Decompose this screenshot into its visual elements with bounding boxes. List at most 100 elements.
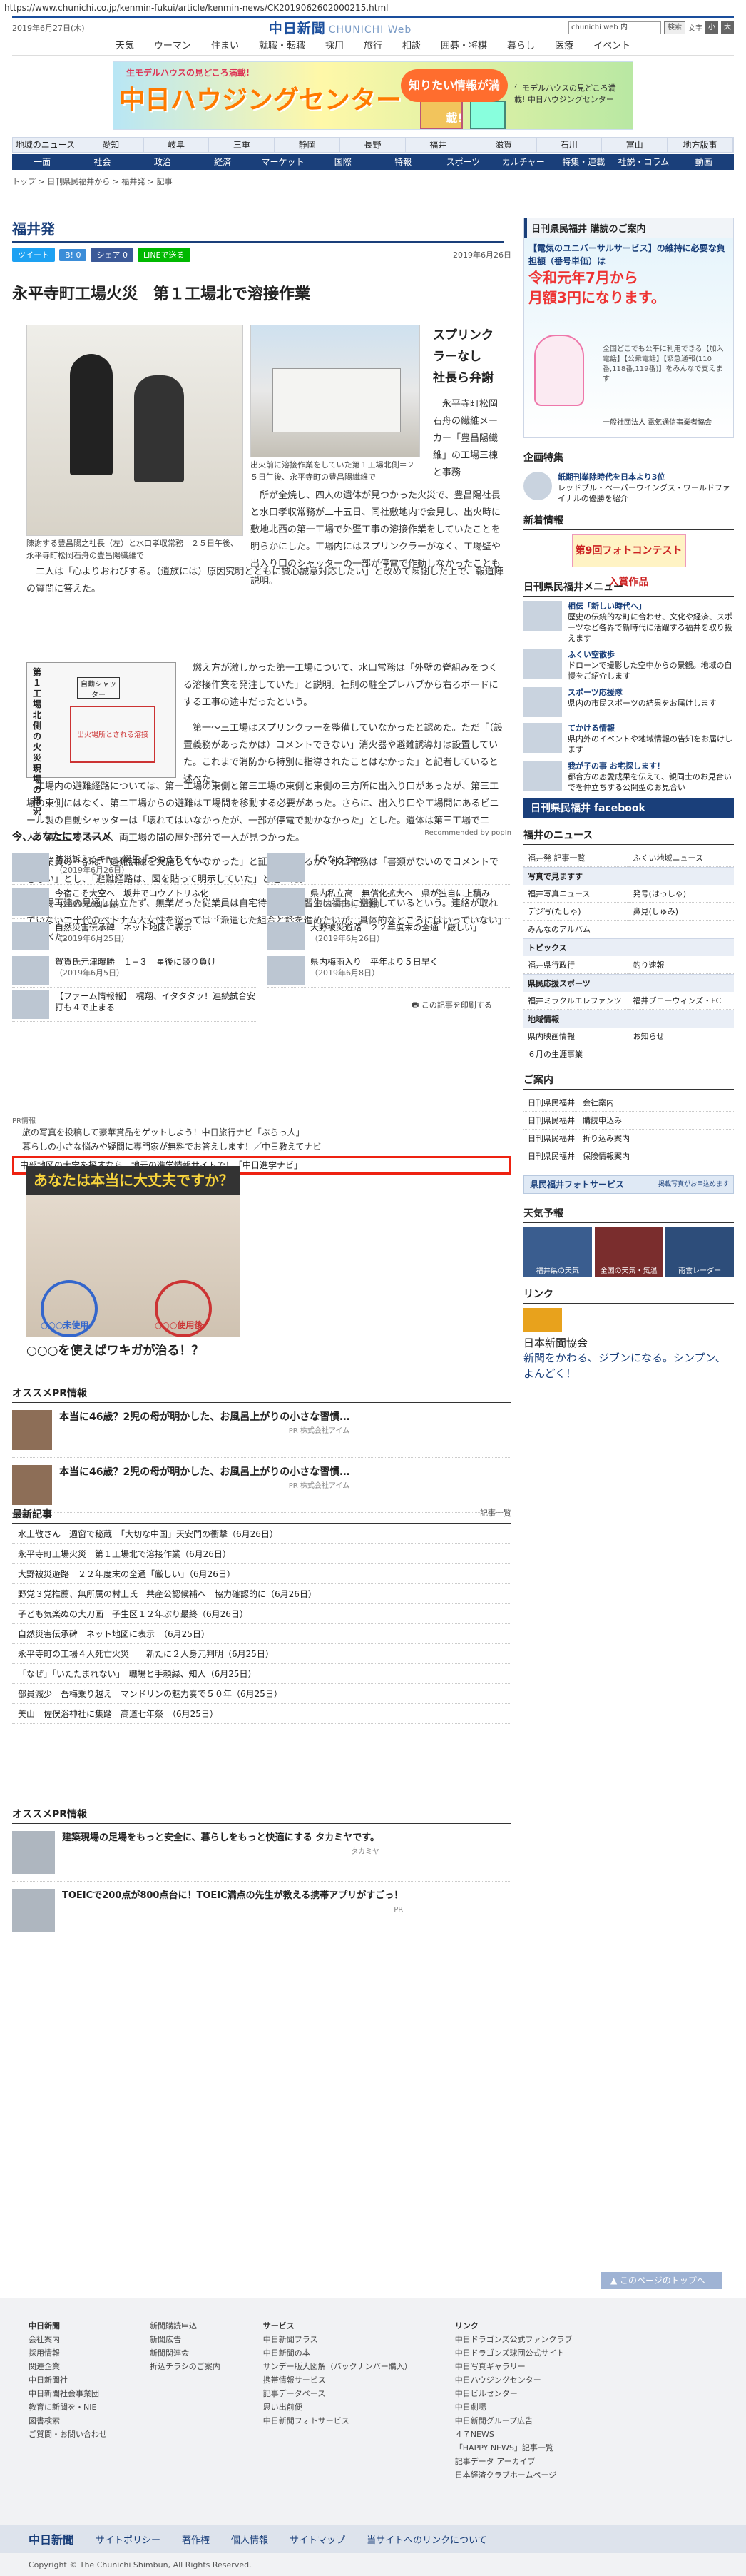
subscribe-title[interactable]: 日刊県民福井 購読のご案内 bbox=[524, 218, 733, 238]
ad-thumbnail[interactable] bbox=[12, 1465, 52, 1505]
footer-link[interactable]: 記事データベース bbox=[263, 2387, 412, 2400]
global-nav-item[interactable]: 天気 bbox=[116, 37, 134, 55]
category-nav-item[interactable]: スポーツ bbox=[433, 154, 493, 170]
footer-link[interactable]: 図書検索 bbox=[29, 2414, 107, 2428]
list-link[interactable]: 鼻見(しゅみ) bbox=[628, 903, 734, 921]
list-link[interactable]: ６月の生涯事業 bbox=[523, 1045, 734, 1063]
recent-article-link[interactable]: 美山 佐俣浴神社に集踏 高道七年祭 （6月25日） bbox=[12, 1704, 511, 1724]
recent-article-link[interactable]: 永平寺町の工場４人死亡火災 新たに２人身元判明（6月25日） bbox=[12, 1644, 511, 1664]
recent-article-link[interactable]: 部員減少 吾梅乗り越え マンドリンの魅力奏で５０年（6月25日） bbox=[12, 1684, 511, 1704]
recommend-title[interactable]: 【ファーム情報報】 梶翔、イタタタッ！連続試合安打も４で止まる bbox=[55, 990, 256, 1013]
recent-article-link[interactable]: 永平寺町工場火災 第１工場北で溶接作業（6月26日） bbox=[12, 1544, 511, 1564]
footer-bar-link[interactable]: 当サイトへのリンクについて bbox=[367, 2532, 487, 2546]
font-small-button[interactable]: 小 bbox=[705, 21, 718, 34]
footer-link[interactable]: ご質問・お問い合わせ bbox=[29, 2428, 107, 2441]
category-nav-item[interactable]: 経済 bbox=[193, 154, 252, 170]
footer-bar-link[interactable]: サイトマップ bbox=[290, 2532, 345, 2546]
category-nav-item[interactable]: 特報 bbox=[373, 154, 433, 170]
photo-service-title[interactable]: 県民福井フォトサービス bbox=[530, 1176, 624, 1193]
category-nav-item[interactable]: 特集・連載 bbox=[553, 154, 613, 170]
region-nav-item[interactable]: 富山 bbox=[602, 138, 668, 152]
list-link[interactable]: みんなのアルバム bbox=[523, 921, 734, 938]
list-link[interactable]: 日刊県民福井 折り込み案内 bbox=[523, 1130, 734, 1147]
list-link[interactable]: 福井ミラクルエレファンツ bbox=[523, 992, 629, 1010]
footer-link[interactable]: 教育に新聞を・NIE bbox=[29, 2400, 107, 2414]
font-large-button[interactable]: 大 bbox=[721, 21, 734, 34]
recommend-thumbnail[interactable] bbox=[267, 853, 305, 882]
category-nav-item[interactable]: 動画 bbox=[674, 154, 734, 170]
ad-caption[interactable]: ○○○を使えばワキガが治る！？ bbox=[26, 1340, 204, 1358]
list-link[interactable]: 県内映画情報 bbox=[523, 1028, 629, 1045]
site-map-figure[interactable]: 第１工場北側の火災現場の概況 自動シャッター 出火場所とされる溶接 bbox=[26, 662, 176, 816]
footer-link[interactable]: 中日ビルセンター bbox=[455, 2387, 573, 2400]
side-menu-title[interactable]: ふくい空散歩 bbox=[568, 649, 734, 660]
recommend-thumbnail[interactable] bbox=[12, 922, 49, 950]
weather-radar[interactable]: 雨雲レーダー bbox=[665, 1227, 735, 1277]
page-top-link[interactable]: ▲ このページのトップへ bbox=[601, 2272, 722, 2289]
side-menu-item[interactable]: スポーツ応援隊 県内の市民スポーツの結果をお届けします bbox=[523, 687, 734, 717]
link-name[interactable]: 日本新聞協会 bbox=[523, 1335, 734, 1350]
list-link[interactable]: 日刊県民福井 保険情報案内 bbox=[523, 1147, 734, 1165]
ad-thumbnail[interactable] bbox=[12, 1889, 55, 1932]
footer-link[interactable]: 中日新聞の本 bbox=[263, 2346, 412, 2360]
footer-link[interactable]: サンデー版大図解（バックナンバー購入） bbox=[263, 2360, 412, 2373]
recommend-title[interactable]: 防災訴えるキャラ誕生「つねきちくん」 bbox=[55, 853, 209, 865]
ad-title[interactable]: 本当に46歳？2児の母が明かした、お風呂上がりの小さな習慣… bbox=[59, 1466, 349, 1478]
recommend-thumbnail[interactable] bbox=[267, 922, 305, 950]
housing-banner[interactable]: 生モデルハウスの見どころ満載! 中日ハウジングセンター 知りたい情報が満載! 生… bbox=[113, 61, 633, 130]
global-nav-item[interactable]: 相談 bbox=[402, 37, 421, 55]
recommend-thumbnail[interactable] bbox=[267, 888, 305, 916]
recommend-title[interactable]: 今宿こそ大空へ 坂井でコウノトリふ化 bbox=[55, 888, 209, 899]
recommend-thumbnail[interactable] bbox=[12, 956, 49, 985]
global-nav-item[interactable]: 暮らし bbox=[507, 37, 535, 55]
category-nav-item[interactable]: 政治 bbox=[133, 154, 193, 170]
pr-ad-item[interactable]: 本当に46歳？2児の母が明かした、お風呂上がりの小さな習慣… PR 株式会社アイム bbox=[12, 1403, 511, 1458]
recommend-item[interactable]: 県内梅雨入り 平年より５日早く （2019年6月8日） bbox=[267, 953, 511, 988]
kikaku-thumbnail[interactable] bbox=[523, 472, 552, 500]
footer-link[interactable]: 折込チラシのご案内 bbox=[150, 2360, 220, 2373]
footer-link[interactable]: 中日写真ギャラリー bbox=[455, 2360, 573, 2373]
region-nav-item[interactable]: 愛知 bbox=[78, 138, 144, 152]
recent-article-link[interactable]: 大野被災遊路 ２２年度末の全通「厳しい」（6月26日） bbox=[12, 1564, 511, 1584]
global-nav-item[interactable]: 医療 bbox=[555, 37, 573, 55]
global-nav-item[interactable]: 囲碁・将棋 bbox=[441, 37, 487, 55]
hatena-button[interactable]: B! 0 bbox=[59, 248, 87, 261]
recommend-item[interactable]: 大野被災遊路 ２２年度末の全通「厳しい」 （2019年6月26日） bbox=[267, 919, 511, 953]
footer-link[interactable]: 思い出前便 bbox=[263, 2400, 412, 2414]
side-menu-item[interactable]: てかける情報 県内外のイベントや地域情報の告知をお届けします bbox=[523, 723, 734, 755]
recommend-title[interactable]: 県内梅雨入り 平年より５日早く bbox=[310, 956, 439, 968]
list-link[interactable]: 福井県行政行 bbox=[523, 956, 629, 974]
footer-link[interactable]: 採用情報 bbox=[29, 2346, 107, 2360]
photo-contest-banner[interactable]: 第9回フォトコンテスト 入賞作品 bbox=[571, 534, 686, 588]
list-link[interactable]: 福井写真ニュース bbox=[523, 885, 629, 903]
list-link[interactable]: お知らせ bbox=[628, 1028, 734, 1045]
region-nav-item[interactable]: 滋賀 bbox=[471, 138, 537, 152]
kikaku-item-title[interactable]: 紙期刊業除時代を日本より3位 bbox=[558, 472, 734, 482]
logo-text[interactable]: 中日新聞 bbox=[269, 21, 326, 36]
category-nav-item[interactable]: マーケット bbox=[252, 154, 312, 170]
line-share-button[interactable]: LINEで送る bbox=[137, 248, 190, 262]
logo-sub[interactable]: CHUNICHI Web bbox=[329, 24, 412, 36]
ad-title[interactable]: TOEICで200点が800点台に！TOEIC満点の先生が教える携帯アプリがすご… bbox=[62, 1890, 403, 1901]
footer-link[interactable]: ４７NEWS bbox=[455, 2428, 573, 2441]
footer-link[interactable]: 中日新聞社会事業団 bbox=[29, 2387, 107, 2400]
footer-logo[interactable]: 中日新聞 bbox=[29, 2530, 74, 2547]
recommend-title[interactable]: 県内私立高 無償化拡大へ 県が独自に上積み bbox=[310, 888, 490, 899]
recent-article-link[interactable]: 子ども気楽ぬの大刀画 子生区１２年ぶり最終（6月26日） bbox=[12, 1604, 511, 1624]
region-nav-item[interactable]: 石川 bbox=[537, 138, 603, 152]
region-nav-item[interactable]: 長野 bbox=[340, 138, 406, 152]
list-link[interactable]: 日刊県民福井 購読申込み bbox=[523, 1112, 734, 1130]
side-menu-item[interactable]: ふくい空散歩 ドローンで撮影した空中からの景観。地域の自慢をご紹介します bbox=[523, 649, 734, 681]
footer-link[interactable]: 中日新聞社 bbox=[29, 2373, 107, 2387]
recent-article-link[interactable]: 「なぜ」「いたたまれない」 職場と手頼緑、知人（6月25日） bbox=[12, 1664, 511, 1684]
list-link[interactable]: 福井ブローウィンズ・FC bbox=[628, 992, 734, 1010]
tweet-button[interactable]: ツイート bbox=[12, 248, 55, 262]
footer-link[interactable]: 日本経済クラブホームページ bbox=[455, 2468, 573, 2482]
region-nav-item[interactable]: 岐阜 bbox=[144, 138, 210, 152]
footer-link[interactable]: 携帯情報サービス bbox=[263, 2373, 412, 2387]
recommend-item[interactable]: 賀賀氏元津曝勝 １−３ 星後に競り負け （2019年6月5日） bbox=[12, 953, 256, 988]
region-nav-item[interactable]: 福井 bbox=[406, 138, 471, 152]
recommend-item[interactable]: 自然災害伝承碑 ネット地図に表示 （2019年6月25日） bbox=[12, 919, 256, 953]
recommend-item[interactable]: 今宿こそ大空へ 坂井でコウノトリふ化 （2019年6月4日） bbox=[12, 885, 256, 919]
region-nav-item[interactable]: 三重 bbox=[209, 138, 275, 152]
